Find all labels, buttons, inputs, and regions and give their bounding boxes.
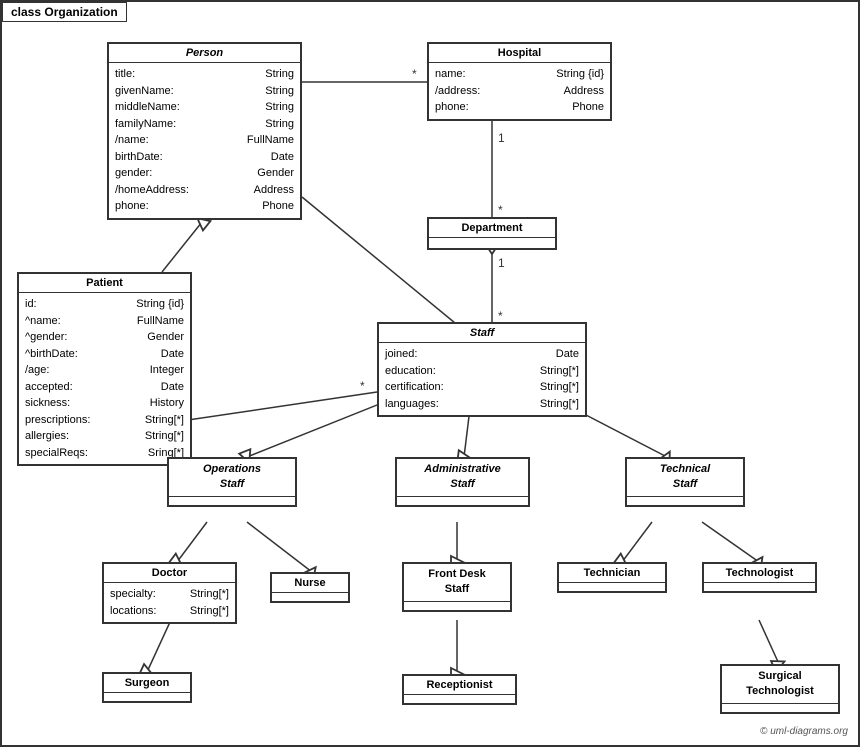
person-body: title:String givenName:String middleName…	[109, 63, 300, 218]
svg-text:1: 1	[498, 131, 505, 145]
operations-staff-class: OperationsStaff	[167, 457, 297, 507]
technologist-body	[704, 583, 815, 591]
front-desk-staff-class: Front DeskStaff	[402, 562, 512, 612]
hospital-class: Hospital name:String {id} /address:Addre…	[427, 42, 612, 121]
surgical-technologist-class: SurgicalTechnologist	[720, 664, 840, 714]
technician-body	[559, 583, 665, 591]
technical-staff-class: TechnicalStaff	[625, 457, 745, 507]
person-class: Person title:String givenName:String mid…	[107, 42, 302, 220]
svg-text:*: *	[360, 379, 365, 393]
surgeon-body	[104, 693, 190, 701]
hospital-body: name:String {id} /address:Address phone:…	[429, 63, 610, 119]
staff-class: Staff joined:Date education:String[*] ce…	[377, 322, 587, 417]
technical-staff-header: TechnicalStaff	[627, 459, 743, 497]
hospital-header: Hospital	[429, 44, 610, 63]
svg-text:*: *	[412, 67, 417, 81]
staff-header: Staff	[379, 324, 585, 343]
copyright: © uml-diagrams.org	[760, 726, 848, 737]
administrative-staff-body	[397, 497, 528, 505]
receptionist-header: Receptionist	[404, 676, 515, 695]
svg-text:*: *	[498, 203, 503, 217]
nurse-class: Nurse	[270, 572, 350, 603]
doctor-body: specialty:String[*] locations:String[*]	[104, 583, 235, 622]
receptionist-class: Receptionist	[402, 674, 517, 705]
technical-staff-body	[627, 497, 743, 505]
technologist-header: Technologist	[704, 564, 815, 583]
doctor-header: Doctor	[104, 564, 235, 583]
front-desk-staff-body	[404, 602, 510, 610]
operations-staff-body	[169, 497, 295, 505]
patient-body: id:String {id} ^name:FullName ^gender:Ge…	[19, 293, 190, 464]
technician-header: Technician	[559, 564, 665, 583]
diagram-title: class Organization	[2, 2, 127, 22]
operations-staff-header: OperationsStaff	[169, 459, 295, 497]
svg-text:1: 1	[498, 256, 505, 270]
front-desk-staff-header: Front DeskStaff	[404, 564, 510, 602]
technician-class: Technician	[557, 562, 667, 593]
surgeon-header: Surgeon	[104, 674, 190, 693]
surgeon-class: Surgeon	[102, 672, 192, 703]
patient-class: Patient id:String {id} ^name:FullName ^g…	[17, 272, 192, 466]
nurse-body	[272, 593, 348, 601]
svg-text:*: *	[498, 309, 503, 323]
technologist-class: Technologist	[702, 562, 817, 593]
staff-body: joined:Date education:String[*] certific…	[379, 343, 585, 415]
department-body	[429, 238, 555, 248]
nurse-header: Nurse	[272, 574, 348, 593]
department-header: Department	[429, 219, 555, 238]
patient-header: Patient	[19, 274, 190, 293]
surgical-technologist-body	[722, 704, 838, 712]
surgical-technologist-header: SurgicalTechnologist	[722, 666, 838, 704]
administrative-staff-header: AdministrativeStaff	[397, 459, 528, 497]
person-header: Person	[109, 44, 300, 63]
department-class: Department	[427, 217, 557, 250]
receptionist-body	[404, 695, 515, 703]
doctor-class: Doctor specialty:String[*] locations:Str…	[102, 562, 237, 624]
administrative-staff-class: AdministrativeStaff	[395, 457, 530, 507]
diagram-container: class Organization * * 1 * 1 *	[0, 0, 860, 747]
